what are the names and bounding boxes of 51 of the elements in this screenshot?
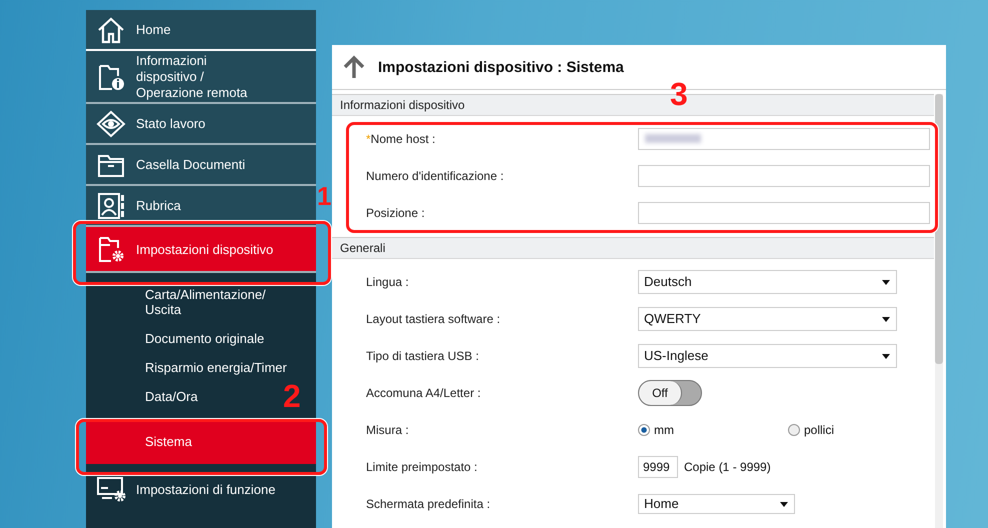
submenu-item[interactable]: Risparmio energia/Timer bbox=[145, 360, 287, 375]
callout-number: 1 bbox=[317, 180, 332, 212]
range-hint: Copie (1 - 9999) bbox=[684, 460, 771, 474]
input-field[interactable] bbox=[638, 202, 930, 224]
up-arrow-icon[interactable] bbox=[342, 55, 366, 79]
dropdown[interactable]: QWERTY bbox=[638, 306, 897, 330]
page-title: Impostazioni dispositivo : Sistema bbox=[378, 58, 624, 76]
nav-item[interactable]: Casella Documenti bbox=[86, 145, 316, 186]
eye-icon bbox=[96, 108, 126, 138]
nav-item[interactable]: Stato lavoro bbox=[86, 104, 316, 145]
callout-number: 3 bbox=[670, 78, 688, 110]
radio-button[interactable] bbox=[638, 424, 650, 436]
submenu-item[interactable]: Documento originale bbox=[145, 331, 264, 346]
caret-icon bbox=[882, 354, 890, 358]
field-label: Posizione : bbox=[366, 206, 425, 220]
input-field[interactable] bbox=[638, 128, 930, 150]
field-label: Layout tastiera software : bbox=[366, 312, 500, 326]
input-field[interactable] bbox=[638, 164, 930, 186]
option-label: pollici bbox=[804, 422, 834, 436]
radio-button[interactable] bbox=[788, 424, 800, 436]
field-label: Lingua : bbox=[366, 274, 409, 288]
required-mark: * bbox=[366, 132, 371, 146]
field-label: Misura : bbox=[366, 422, 409, 436]
blurred-value bbox=[645, 134, 701, 143]
submenu-item[interactable]: Carta/Alimentazione/ Uscita bbox=[145, 287, 275, 317]
nav-item[interactable]: Impostazioni dispositivo bbox=[86, 227, 316, 273]
dropdown[interactable]: Home bbox=[638, 494, 795, 514]
address-book-icon bbox=[96, 190, 126, 220]
caret-icon bbox=[882, 316, 890, 322]
nav-item[interactable]: Rubrica bbox=[86, 186, 316, 227]
folder-gear-icon bbox=[96, 234, 126, 264]
caret-icon bbox=[780, 502, 788, 506]
option-label: mm bbox=[654, 422, 674, 436]
toggle-switch[interactable]: Off bbox=[638, 380, 702, 406]
caret-icon bbox=[882, 280, 890, 284]
submenu-item[interactable]: Data/Ora bbox=[145, 389, 198, 404]
dropdown[interactable]: US-Inglese bbox=[638, 344, 897, 368]
field-label: Limite preimpostato : bbox=[366, 460, 478, 474]
field-label: Tipo di tastiera USB : bbox=[366, 348, 479, 362]
nav-item[interactable]: Home bbox=[86, 10, 316, 51]
field-label: Accomuna A4/Letter : bbox=[366, 386, 481, 400]
section-header: Generali bbox=[332, 237, 934, 259]
field-label: Schermata predefinita : bbox=[366, 496, 490, 510]
home-icon bbox=[96, 14, 126, 44]
callout-number: 2 bbox=[283, 380, 301, 412]
field-label: Numero d'identificazione : bbox=[366, 168, 504, 182]
dropdown[interactable]: Deutsch bbox=[638, 270, 897, 294]
field-label: Nome host : bbox=[370, 132, 436, 146]
monitor-gear-icon bbox=[96, 474, 126, 504]
nav-item[interactable]: Informazioni dispositivo / Operazione remota bbox=[86, 51, 316, 104]
number-field[interactable]: 9999 bbox=[638, 456, 678, 478]
